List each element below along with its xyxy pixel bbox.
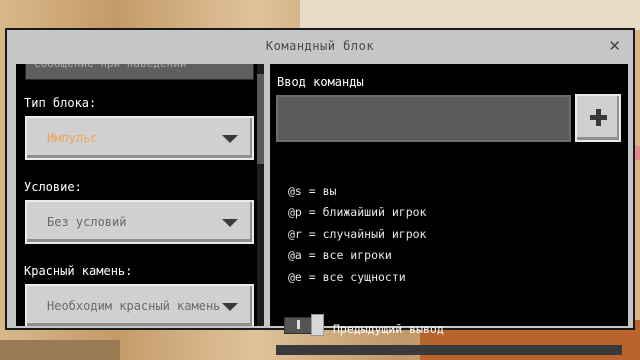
game-world-ground: [0, 340, 120, 360]
command-block-dialog: Командный блок ✕ Сообщение при наведении…: [5, 28, 635, 355]
condition-label: Условие:: [24, 180, 82, 194]
block-type-dropdown[interactable]: Импульс: [25, 116, 254, 160]
add-command-button[interactable]: [575, 94, 621, 142]
condition-value: Без условий: [47, 215, 127, 229]
redstone-dropdown[interactable]: Необходим красный камень: [25, 284, 254, 326]
game-world-sky: [300, 0, 640, 30]
plus-icon-vertical: [596, 109, 601, 126]
close-icon[interactable]: ✕: [608, 37, 621, 55]
selector-hint: @r = случайный игрок: [288, 227, 427, 241]
command-input[interactable]: [276, 95, 571, 142]
dialog-title: Командный блок: [265, 39, 375, 53]
redstone-value: Необходим красный камень: [47, 299, 221, 313]
condition-dropdown[interactable]: Без условий: [25, 200, 254, 244]
block-type-label: Тип блока:: [24, 96, 97, 110]
settings-panel: Сообщение при наведении Тип блока: Импул…: [16, 64, 264, 326]
selector-hint: @a = все игроки: [288, 248, 392, 262]
chevron-down-icon: [222, 219, 238, 227]
redstone-label: Красный камень:: [24, 264, 133, 278]
command-input-label: Ввод команды: [277, 75, 364, 89]
toggle-pip: [297, 320, 300, 329]
toggle-knob[interactable]: [311, 314, 324, 336]
selector-hint: @e = все сущности: [288, 270, 406, 284]
previous-output-field: [276, 345, 622, 355]
block-type-value: Импульс: [47, 131, 98, 145]
previous-output-label: Предыдущий вывод: [333, 322, 444, 336]
selector-hint: @p = ближайший игрок: [288, 205, 427, 219]
selector-hint: @s = вы: [288, 184, 337, 198]
chevron-down-icon: [222, 135, 238, 143]
settings-scrollbar[interactable]: [257, 64, 264, 326]
chevron-down-icon: [222, 303, 238, 311]
command-panel: Ввод команды @s = вы @p = ближайший игро…: [270, 64, 628, 355]
scrollbar-thumb[interactable]: [257, 74, 264, 164]
hover-message-field[interactable]: Сообщение при наведении: [25, 64, 254, 80]
previous-output-toggle[interactable]: [284, 314, 326, 336]
